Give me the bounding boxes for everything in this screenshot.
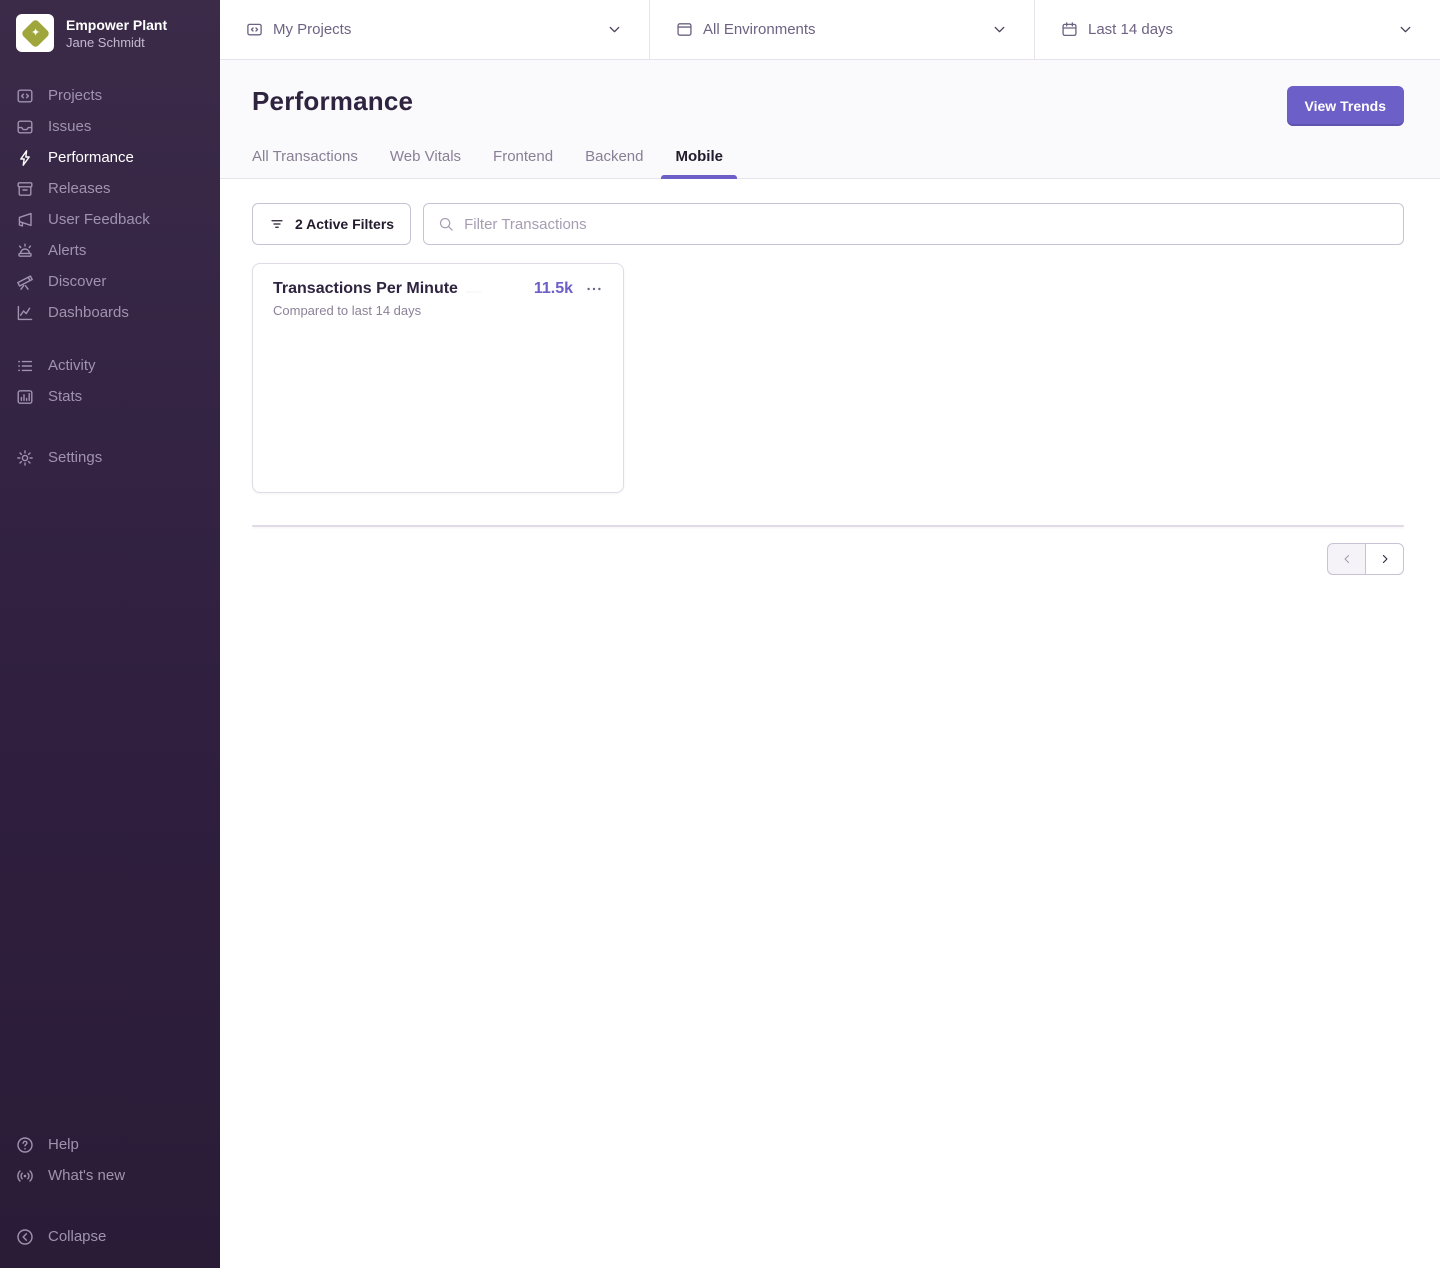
chevron-right-icon xyxy=(1378,552,1392,566)
sidebar: ✦ Empower Plant Jane Schmidt Projects Iss… xyxy=(0,0,220,1268)
sidebar-item-label: User Feedback xyxy=(48,211,150,228)
tab-mobile[interactable]: Mobile xyxy=(675,148,723,178)
window-icon xyxy=(676,21,693,38)
tab-all-transactions[interactable]: All Transactions xyxy=(252,148,358,178)
daterange-selector[interactable]: Last 14 days xyxy=(1035,0,1440,59)
search-input[interactable] xyxy=(464,216,1389,233)
view-trends-button[interactable]: View Trends xyxy=(1287,86,1404,126)
project-selector-label: My Projects xyxy=(273,21,596,38)
org-user: Jane Schmidt xyxy=(66,35,167,50)
calendar-icon xyxy=(1061,21,1078,38)
sidebar-footer: Help What's new Collapse xyxy=(0,1129,220,1252)
sidebar-item-what-s-new[interactable]: What's new xyxy=(16,1160,204,1191)
sidebar-item-stats[interactable]: Stats xyxy=(16,381,204,412)
sidebar-item-label: Discover xyxy=(48,273,106,290)
topbar: My Projects All Environments Last 14 day… xyxy=(220,0,1440,60)
sidebar-item-label: Settings xyxy=(48,449,102,466)
metric-cards: Transactions Per Minute 11.5k Compared to … xyxy=(252,263,1404,493)
tpm-chart xyxy=(273,328,603,478)
question-icon[interactable] xyxy=(466,282,481,297)
dashboards-icon xyxy=(16,304,34,322)
collapse-icon xyxy=(16,1228,34,1246)
filter-icon xyxy=(269,216,285,232)
folder-code-icon xyxy=(246,21,263,38)
help-icon xyxy=(16,1136,34,1154)
alerts-icon xyxy=(16,242,34,260)
chevron-down-icon xyxy=(991,21,1008,38)
card-title: Transactions Per Minute xyxy=(273,280,458,298)
content: 2 Active Filters Transactions Per Minute… xyxy=(220,179,1440,1268)
daterange-selector-label: Last 14 days xyxy=(1088,21,1387,38)
app-root: ✦ Empower Plant Jane Schmidt Projects Iss… xyxy=(0,0,1440,1268)
sidebar-item-label: Dashboards xyxy=(48,304,129,321)
chevron-down-icon xyxy=(1397,21,1414,38)
sidebar-item-projects[interactable]: Projects xyxy=(16,80,204,111)
sidebar-item-settings[interactable]: Settings xyxy=(16,442,204,473)
sidebar-item-dashboards[interactable]: Dashboards xyxy=(16,297,204,328)
releases-icon xyxy=(16,180,34,198)
sidebar-item-label: Collapse xyxy=(48,1228,106,1245)
issues-icon xyxy=(16,118,34,136)
settings-icon xyxy=(16,449,34,467)
environment-selector[interactable]: All Environments xyxy=(650,0,1035,59)
org-name: Empower Plant xyxy=(66,17,167,33)
pagination-prev-button[interactable] xyxy=(1327,543,1366,575)
search-box xyxy=(423,203,1404,245)
transactions-table xyxy=(252,525,1404,527)
org-switcher[interactable]: ✦ Empower Plant Jane Schmidt xyxy=(0,14,220,52)
active-filters-button[interactable]: 2 Active Filters xyxy=(252,203,411,245)
sidebar-item-label: Releases xyxy=(48,180,111,197)
dots-icon[interactable] xyxy=(585,280,603,298)
sidebar-item-label: Help xyxy=(48,1136,79,1153)
sidebar-collapse[interactable]: Collapse xyxy=(16,1221,204,1252)
active-filters-label: 2 Active Filters xyxy=(295,216,394,232)
page-title: Performance xyxy=(252,86,413,117)
sidebar-item-label: Stats xyxy=(48,388,82,405)
performance-icon xyxy=(16,149,34,167)
sidebar-item-label: Activity xyxy=(48,357,96,374)
tab-web-vitals[interactable]: Web Vitals xyxy=(390,148,461,178)
activity-icon xyxy=(16,357,34,375)
project-selector[interactable]: My Projects xyxy=(220,0,650,59)
sidebar-item-label: Alerts xyxy=(48,242,86,259)
discover-icon xyxy=(16,273,34,291)
sidebar-item-alerts[interactable]: Alerts xyxy=(16,235,204,266)
sidebar-item-issues[interactable]: Issues xyxy=(16,111,204,142)
stats-icon xyxy=(16,388,34,406)
metric-card-tpm: Transactions Per Minute 11.5k Compared to … xyxy=(252,263,624,493)
search-icon xyxy=(438,216,454,232)
tab-bar: All Transactions Web Vitals Frontend Backen… xyxy=(252,148,1404,178)
card-subtitle: Compared to last 14 days xyxy=(273,303,603,318)
card-value: 11.5k xyxy=(534,280,573,298)
sidebar-nav: Projects Issues Performance Releases User Fe… xyxy=(0,80,220,473)
sidebar-item-label: Performance xyxy=(48,149,134,166)
user-feedback-icon xyxy=(16,211,34,229)
tab-frontend[interactable]: Frontend xyxy=(493,148,553,178)
sidebar-item-label: Projects xyxy=(48,87,102,104)
sidebar-item-label: Issues xyxy=(48,118,91,135)
sidebar-item-performance[interactable]: Performance xyxy=(16,142,204,173)
pagination-next-button[interactable] xyxy=(1365,543,1404,575)
filter-row: 2 Active Filters xyxy=(252,203,1404,245)
whats-new-icon xyxy=(16,1167,34,1185)
sidebar-item-activity[interactable]: Activity xyxy=(16,350,204,381)
environment-selector-label: All Environments xyxy=(703,21,981,38)
chevron-left-icon xyxy=(1340,552,1354,566)
sidebar-item-user-feedback[interactable]: User Feedback xyxy=(16,204,204,235)
sidebar-item-releases[interactable]: Releases xyxy=(16,173,204,204)
page-header: Performance View Trends All Transactions… xyxy=(220,60,1440,179)
org-logo: ✦ xyxy=(16,14,54,52)
tab-backend[interactable]: Backend xyxy=(585,148,643,178)
projects-icon xyxy=(16,87,34,105)
pagination xyxy=(252,543,1404,575)
spark-icon: ✦ xyxy=(30,28,39,39)
sidebar-item-discover[interactable]: Discover xyxy=(16,266,204,297)
sidebar-item-help[interactable]: Help xyxy=(16,1129,204,1160)
sidebar-item-label: What's new xyxy=(48,1167,125,1184)
chevron-down-icon xyxy=(606,21,623,38)
main-area: My Projects All Environments Last 14 day… xyxy=(220,0,1440,1268)
